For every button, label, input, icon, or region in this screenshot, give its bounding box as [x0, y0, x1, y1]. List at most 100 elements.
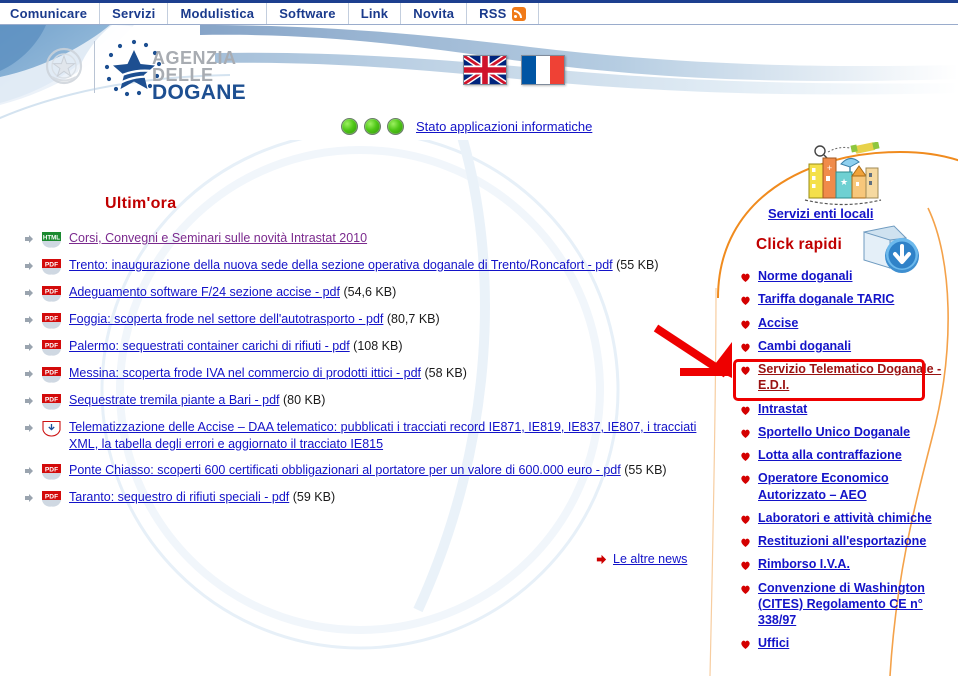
red-heart-bullet-icon — [741, 640, 750, 650]
news-text: Telematizzazione delle Accise – DAA tele… — [69, 419, 722, 453]
news-size: (55 KB) — [616, 258, 659, 272]
red-heart-bullet-icon — [741, 366, 750, 375]
news-item[interactable]: PDF Foggia: scoperta frode nel settore d… — [22, 311, 722, 329]
news-item[interactable]: HTML Corsi, Convegni e Seminari sulle no… — [22, 230, 722, 248]
svg-text:PDF: PDF — [45, 289, 58, 296]
quick-link-item-norme-doganali[interactable]: Norme doganali — [740, 268, 955, 284]
news-size: (58 KB) — [424, 366, 467, 380]
quick-link-label[interactable]: Convenzione di Washington (CITES) Regola… — [758, 580, 955, 629]
news-link[interactable]: Taranto: sequestro di rifiuti speciali -… — [69, 490, 289, 504]
news-link[interactable]: Foggia: scoperta frode nel settore dell'… — [69, 312, 383, 326]
status-dot-green-2 — [364, 118, 381, 135]
news-size: (54,6 KB) — [343, 285, 397, 299]
quick-link-label[interactable]: Restituzioni all'esportazione — [758, 533, 926, 549]
quick-link-label[interactable]: Accise — [758, 315, 798, 331]
quick-link-item-uffici[interactable]: Uffici — [740, 635, 955, 651]
flag-uk-icon[interactable] — [463, 55, 507, 85]
html-file-icon: HTML — [40, 231, 63, 248]
nav-label: Link — [360, 6, 389, 21]
pointer-hand-icon — [25, 370, 33, 378]
news-item[interactable]: Telematizzazione delle Accise – DAA tele… — [22, 419, 722, 453]
news-size: (80,7 KB) — [386, 312, 440, 326]
quick-link-item-laboratori-e-attivita-chimiche[interactable]: Laboratori e attività chimiche — [740, 510, 955, 526]
quick-link-label[interactable]: Operatore Economico Autorizzato – AEO — [758, 470, 955, 503]
svg-text:HTML: HTML — [43, 234, 60, 241]
pointer-hand-icon — [25, 262, 33, 270]
news-item[interactable]: PDF Sequestrate tremila piante a Bari - … — [22, 392, 722, 410]
status-dot-green-3 — [387, 118, 404, 135]
quick-link-item-tariffa-taric[interactable]: Tariffa doganale TARIC — [740, 291, 955, 307]
news-link[interactable]: Adeguamento software F/24 sezione accise… — [69, 285, 340, 299]
quick-link-label[interactable]: Sportello Unico Doganale — [758, 424, 910, 440]
servizi-enti-locali-link[interactable]: Servizi enti locali — [768, 206, 874, 221]
logo-line-3: DOGANE — [152, 81, 246, 105]
click-rapidi-heading: Click rapidi — [756, 236, 842, 253]
download-file-icon — [40, 420, 63, 437]
quick-link-item-servizio-telematico-doganale-edi[interactable]: Servizio Telematico Doganale - E.D.I. — [740, 361, 955, 394]
nav-item-software[interactable]: Software — [267, 3, 349, 24]
more-news-link[interactable]: Le altre news — [613, 552, 687, 566]
news-item[interactable]: PDF Ponte Chiasso: scoperti 600 certific… — [22, 462, 722, 480]
header-divider — [94, 41, 95, 93]
nav-item-servizi[interactable]: Servizi — [100, 3, 169, 24]
news-link[interactable]: Corsi, Convegni e Seminari sulle novità … — [69, 231, 367, 245]
news-size: (80 KB) — [283, 393, 326, 407]
quick-link-label[interactable]: Cambi doganali — [758, 338, 851, 354]
status-applications-link[interactable]: Stato applicazioni informatiche — [416, 119, 592, 134]
quick-link-item-convenzione-di-washington-cites[interactable]: Convenzione di Washington (CITES) Regola… — [740, 580, 955, 629]
news-link[interactable]: Telematizzazione delle Accise – DAA tele… — [69, 420, 696, 451]
quick-link-label[interactable]: Laboratori e attività chimiche — [758, 510, 932, 526]
svg-text:PDF: PDF — [45, 466, 58, 473]
news-item[interactable]: PDF Taranto: sequestro di rifiuti specia… — [22, 489, 722, 507]
quick-link-item-accise[interactable]: Accise — [740, 315, 955, 331]
news-link[interactable]: Trento: inaugurazione della nuova sede d… — [69, 258, 613, 272]
quick-link-item-intrastat[interactable]: Intrastat — [740, 401, 955, 417]
quick-link-label[interactable]: Lotta alla contraffazione — [758, 447, 902, 463]
nav-item-modulistica[interactable]: Modulistica — [168, 3, 268, 24]
news-size: (59 KB) — [292, 489, 336, 504]
news-link[interactable]: Messina: scoperta frode IVA nel commerci… — [69, 366, 421, 380]
pdf-file-icon: PDF — [40, 285, 63, 302]
quick-links-sidebar: + ★ Servizi enti locali Click rapidi Nor… — [700, 138, 958, 676]
news-link[interactable]: Ponte Chiasso: scoperti 600 certificati … — [69, 463, 621, 477]
nav-item-rss[interactable]: RSS — [467, 3, 539, 24]
quick-link-label[interactable]: Tariffa doganale TARIC — [758, 291, 894, 307]
news-link[interactable]: Sequestrate tremila piante a Bari - pdf — [69, 393, 280, 407]
red-heart-bullet-icon — [741, 561, 750, 571]
quick-link-label[interactable]: Intrastat — [758, 401, 807, 417]
quick-link-item-lotta-alla-contraffazione[interactable]: Lotta alla contraffazione — [740, 447, 955, 463]
top-navigation-bar: Comunicare Servizi Modulistica Software … — [0, 0, 958, 25]
red-heart-bullet-icon — [741, 538, 750, 547]
quick-link-label[interactable]: Rimborso I.V.A. — [758, 556, 850, 572]
pointer-hand-icon — [25, 235, 33, 243]
italian-republic-emblem-icon — [45, 47, 83, 85]
pdf-file-icon: PDF — [40, 490, 63, 507]
nav-label: Novita — [413, 6, 455, 21]
nav-item-novita[interactable]: Novita — [401, 3, 468, 24]
news-link[interactable]: Palermo: sequestrati container carichi d… — [69, 339, 350, 353]
quick-link-item-rimborso-iva[interactable]: Rimborso I.V.A. — [740, 556, 955, 572]
quick-link-item-operatore-economico-autorizzato-aeo[interactable]: Operatore Economico Autorizzato – AEO — [740, 470, 955, 503]
quick-link-label[interactable]: Servizio Telematico Doganale - E.D.I. — [758, 361, 955, 394]
news-item[interactable]: PDF Palermo: sequestrati container caric… — [22, 338, 722, 356]
svg-text:PDF: PDF — [45, 370, 58, 377]
nav-item-comunicare[interactable]: Comunicare — [0, 3, 101, 24]
red-heart-bullet-icon — [741, 585, 750, 594]
news-text: Palermo: sequestrati container carichi d… — [69, 338, 403, 355]
news-item[interactable]: PDF Messina: scoperta frode IVA nel comm… — [22, 365, 722, 383]
news-text: Corsi, Convegni e Seminari sulle novità … — [69, 230, 367, 247]
more-news[interactable]: Le altre news — [595, 552, 687, 566]
svg-text:PDF: PDF — [45, 343, 58, 350]
rss-icon — [511, 6, 526, 21]
flag-fr-icon[interactable] — [521, 55, 565, 85]
quick-link-label[interactable]: Uffici — [758, 635, 789, 651]
news-item[interactable]: PDF Adeguamento software F/24 sezione ac… — [22, 284, 722, 302]
red-heart-bullet-icon — [741, 343, 750, 352]
page-root: Comunicare Servizi Modulistica Software … — [0, 0, 958, 676]
quick-link-item-restituzioni-allesportazione[interactable]: Restituzioni all'esportazione — [740, 533, 955, 549]
nav-item-link[interactable]: Link — [349, 3, 402, 24]
quick-link-item-cambi-doganali[interactable]: Cambi doganali — [740, 338, 955, 354]
quick-link-item-sportello-unico-doganale[interactable]: Sportello Unico Doganale — [740, 424, 955, 440]
quick-link-label[interactable]: Norme doganali — [758, 268, 852, 284]
news-item[interactable]: PDF Trento: inaugurazione della nuova se… — [22, 257, 722, 275]
